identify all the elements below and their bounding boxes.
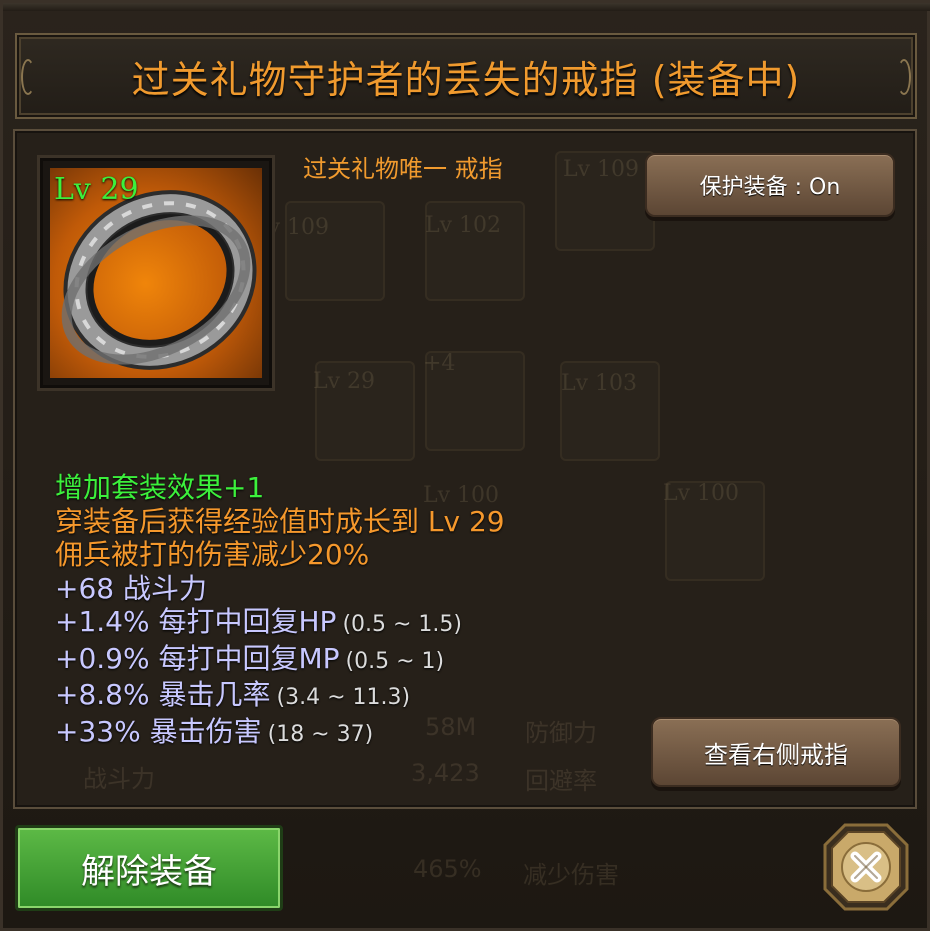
bg-stat-label: 防御力: [525, 719, 597, 747]
item-icon-frame: Lv 29: [37, 155, 275, 391]
stat-line: 增加套装效果+1: [55, 471, 505, 505]
stat-text: 增加套装效果+1: [55, 471, 265, 504]
bg-stat-label: 减少伤害: [523, 861, 619, 889]
stat-line: 穿装备后获得经验值时成长到 Lv 29: [55, 505, 505, 539]
bg-stat-value: 465%: [413, 855, 482, 883]
stat-line: +1.4% 每打中回复HP (0.5 ~ 1.5): [55, 605, 505, 642]
stat-line: +33% 暴击伤害 (18 ~ 37): [55, 715, 505, 752]
stat-text: +68 战斗力: [55, 571, 207, 605]
item-subtitle: 过关礼物唯一 戒指: [303, 155, 503, 183]
close-button[interactable]: [823, 823, 909, 911]
stat-text: 佣兵被打的伤害减少20%: [55, 538, 370, 571]
unequip-button[interactable]: 解除装备: [15, 825, 283, 911]
item-stats-list: 增加套装效果+1 穿装备后获得经验值时成长到 Lv 29 佣兵被打的伤害减少20…: [55, 471, 505, 751]
stat-text: 穿装备后获得经验值时成长到 Lv 29: [55, 504, 505, 538]
stat-line: +68 战斗力: [55, 572, 505, 606]
stat-line: +0.9% 每打中回复MP (0.5 ~ 1): [55, 642, 505, 679]
stat-text: +0.9% 每打中回复MP: [55, 641, 340, 675]
bg-slot-level: Lv 29: [313, 369, 376, 394]
bg-stat-label: 回避率: [525, 767, 597, 795]
bg-slot-level: Lv 109: [563, 157, 640, 182]
item-detail-panel: Lv 109 Lv 102 Lv 109 Lv 29 +4 Lv 103 Lv …: [13, 129, 917, 809]
item-level-label: Lv 29: [54, 172, 139, 207]
stat-range: (0.5 ~ 1.5): [342, 612, 462, 637]
stat-text: +8.8% 暴击几率: [55, 678, 271, 711]
view-right-ring-button[interactable]: 查看右侧戒指: [651, 717, 901, 787]
ornament-left-icon: [21, 59, 35, 95]
bg-stat-value: 3,423: [411, 759, 480, 787]
stat-text: +1.4% 每打中回复HP: [55, 605, 337, 638]
bg-slot-level: +4: [423, 351, 456, 376]
protect-equipment-toggle[interactable]: 保护装备 : On: [645, 153, 895, 217]
stat-range: (0.5 ~ 1): [345, 648, 445, 674]
stat-text: +33% 暴击伤害: [55, 714, 262, 748]
ornament-right-icon: [897, 59, 911, 95]
stat-line: +8.8% 暴击几率 (3.4 ~ 11.3): [55, 678, 505, 715]
bg-slot-level: Lv 103: [561, 371, 638, 396]
page-title: 过关礼物守护者的丢失的戒指 (装备中): [131, 57, 801, 102]
stat-range: (3.4 ~ 11.3): [276, 685, 411, 710]
stat-range: (18 ~ 37): [267, 721, 374, 747]
top-strip: [3, 3, 930, 11]
stat-line: 佣兵被打的伤害减少20%: [55, 538, 505, 572]
bg-stat-label: 战斗力: [83, 765, 155, 793]
title-bar: 过关礼物守护者的丢失的戒指 (装备中): [15, 33, 917, 119]
bg-slot-level: Lv 102: [425, 213, 502, 238]
close-x-icon: [823, 823, 909, 911]
bg-slot-level: Lv 100: [663, 481, 740, 506]
equipment-dialog: 过关礼物守护者的丢失的戒指 (装备中) Lv 109 Lv 102 Lv 109…: [0, 0, 930, 931]
